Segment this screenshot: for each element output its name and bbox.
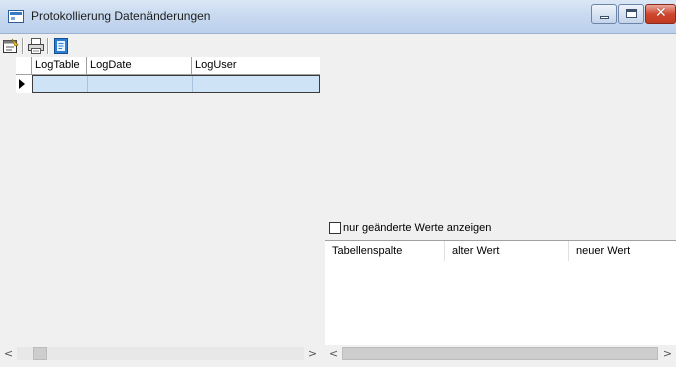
changes-grid[interactable]: Tabellenspalte alter Wert neuer Wert bbox=[325, 240, 676, 345]
column-header-loguser[interactable]: LogUser bbox=[192, 57, 320, 74]
scrollbar-track[interactable] bbox=[17, 347, 304, 360]
export-icon bbox=[54, 38, 68, 54]
scroll-left-arrow-icon[interactable]: < bbox=[325, 345, 342, 362]
export-button[interactable] bbox=[52, 37, 70, 55]
column-header-neuer-wert[interactable]: neuer Wert bbox=[569, 241, 676, 261]
properties-icon bbox=[3, 38, 19, 53]
window-title: Protokollierung Datenänderungen bbox=[31, 9, 211, 23]
log-table-grid[interactable]: LogTable LogDate LogUser bbox=[16, 57, 320, 93]
column-header-tabellenspalte[interactable]: Tabellenspalte bbox=[325, 241, 445, 261]
maximize-icon bbox=[626, 9, 637, 18]
close-icon: ✕ bbox=[655, 5, 667, 21]
toolbar bbox=[0, 34, 676, 57]
grid-header: LogTable LogDate LogUser bbox=[16, 57, 320, 75]
right-horizontal-scrollbar[interactable]: < > bbox=[325, 345, 676, 362]
left-grid-background bbox=[0, 57, 16, 345]
row-header-corner bbox=[16, 57, 32, 74]
properties-button[interactable] bbox=[2, 37, 20, 55]
window-icon bbox=[8, 10, 24, 23]
scrollbar-thumb[interactable] bbox=[342, 347, 658, 360]
print-button[interactable] bbox=[27, 37, 45, 55]
scroll-right-arrow-icon[interactable]: > bbox=[304, 345, 321, 362]
minimize-icon bbox=[600, 16, 609, 19]
print-icon bbox=[28, 38, 44, 54]
column-header-logtable[interactable]: LogTable bbox=[32, 57, 87, 74]
scrollbar-thumb[interactable] bbox=[33, 347, 47, 360]
changed-values-checkbox[interactable] bbox=[329, 222, 341, 234]
detail-area bbox=[325, 57, 676, 217]
scroll-left-arrow-icon[interactable]: < bbox=[0, 345, 17, 362]
current-row-arrow-icon bbox=[19, 79, 25, 89]
title-bar[interactable]: Protokollierung Datenänderungen ✕ bbox=[0, 0, 676, 34]
row-selector[interactable] bbox=[16, 75, 33, 93]
column-header-logdate[interactable]: LogDate bbox=[87, 57, 192, 74]
left-horizontal-scrollbar[interactable]: < > bbox=[0, 345, 321, 362]
maximize-button[interactable] bbox=[618, 4, 644, 24]
window-bottom-border bbox=[0, 362, 676, 367]
changed-values-label[interactable]: nur geänderte Werte anzeigen bbox=[343, 222, 491, 235]
scroll-right-arrow-icon[interactable]: > bbox=[659, 345, 676, 362]
column-header-alter-wert[interactable]: alter Wert bbox=[445, 241, 569, 261]
close-button[interactable]: ✕ bbox=[645, 4, 676, 24]
table-row[interactable] bbox=[32, 75, 320, 93]
minimize-button[interactable] bbox=[591, 4, 617, 24]
